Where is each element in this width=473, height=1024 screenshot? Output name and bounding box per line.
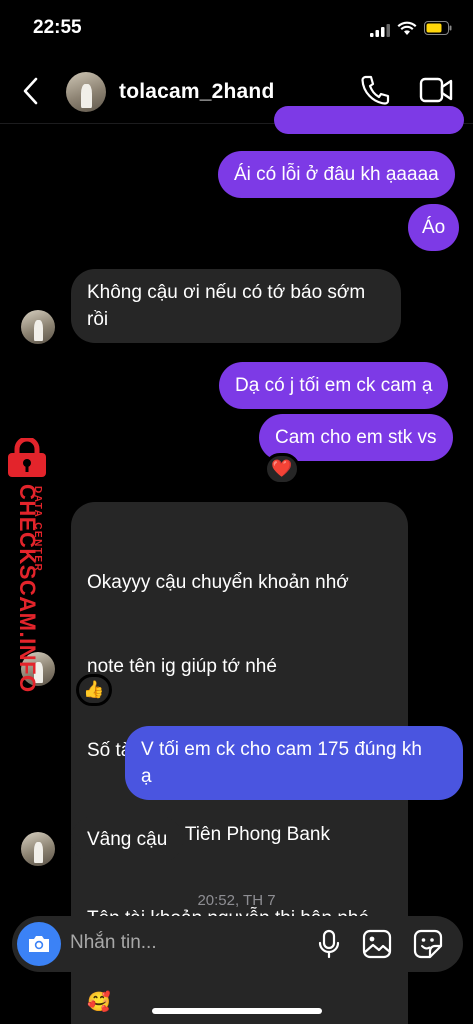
video-call-icon[interactable] [419,76,453,104]
thumbs-up-icon: 👍 [83,680,105,699]
heart-reaction[interactable]: ❤️ [264,453,300,485]
message-bubble-outgoing[interactable]: Áo [408,204,460,251]
watermark-subtitle: DATA CENTER [32,486,43,573]
message-composer: Nhắn tin... [12,916,463,972]
sender-avatar[interactable] [21,310,55,344]
message-line: Okayyy cậu chuyển khoản nhớ [87,572,349,593]
wifi-icon [397,21,417,35]
status-time: 22:55 [33,17,82,38]
message-bubble-incoming[interactable]: Vâng cậu [71,816,184,863]
back-arrow-icon[interactable] [18,74,44,108]
status-bar: 22:55 [0,0,473,58]
watermark: CHECKSCAM.INFO DATA CENTER [0,436,56,693]
message-input[interactable]: Nhắn tin... [70,932,157,954]
lock-icon [8,438,46,477]
heart-icon: ❤️ [271,459,293,478]
gallery-icon[interactable] [362,929,392,959]
message-bubble-outgoing[interactable]: Dạ có j tối em ck cam ạ [219,362,449,409]
home-indicator [152,1008,322,1014]
message-bubble-outgoing-partial [274,106,464,134]
message-bubble-outgoing[interactable]: V tối em ck cho cam 175 đúng kh ạ [125,726,463,800]
message-timestamp: 20:52, TH 7 [197,892,276,909]
contact-username[interactable]: tolacam_2hand [119,80,275,104]
camera-button[interactable] [17,922,61,966]
message-line: note tên ig giúp tớ nhé [87,656,277,677]
microphone-icon[interactable] [317,929,341,959]
battery-icon [424,21,452,35]
sender-avatar[interactable] [21,832,55,866]
phone-call-icon[interactable] [360,74,390,106]
message-bubble-incoming[interactable]: Không cậu ơi nếu có tớ báo sớm rồi [71,269,401,343]
thumbs-up-reaction[interactable]: 👍 [76,674,112,706]
cellular-signal-icon [370,24,390,37]
contact-avatar[interactable] [66,72,106,112]
sticker-icon[interactable] [413,929,443,959]
message-bubble-outgoing[interactable]: Ái có lỗi ở đâu kh ạaaaa [218,151,455,198]
camera-icon [29,936,49,952]
